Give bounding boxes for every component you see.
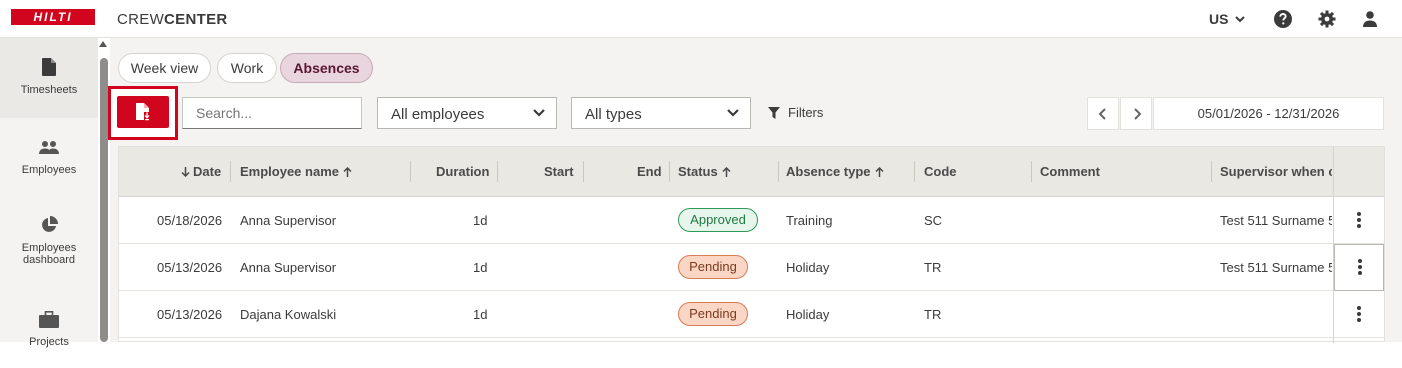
row-actions-column	[1333, 147, 1384, 343]
table-row[interactable]: 05/13/2026 Dajana Kowalski 1d Pending Ho…	[119, 291, 1384, 338]
column-header-employee[interactable]: Employee name	[240, 164, 352, 179]
previous-period-button[interactable]	[1087, 97, 1119, 130]
cell-code: SC	[924, 213, 943, 228]
sidebar-item-label: Employees dashboard	[21, 242, 77, 266]
arrow-up-icon	[343, 166, 352, 177]
people-icon	[39, 141, 59, 154]
cell-date: 05/13/2026	[157, 260, 223, 275]
status-badge: Approved	[678, 208, 758, 232]
filter-icon	[768, 107, 780, 119]
sidebar-item-employees[interactable]: Employees	[0, 118, 98, 198]
search-input[interactable]	[182, 97, 362, 129]
cell-code: TR	[924, 260, 942, 275]
scroll-up-arrow-icon[interactable]	[99, 41, 107, 47]
cell-code: TR	[924, 307, 942, 322]
cell-employee: Anna Supervisor	[240, 213, 337, 228]
arrow-up-icon	[875, 166, 884, 177]
cell-absence-type: Holiday	[786, 260, 830, 275]
cell-employee: Anna Supervisor	[240, 260, 337, 275]
absences-table: Date Employee name Duration Start End St…	[118, 146, 1385, 343]
gear-icon[interactable]	[1317, 9, 1337, 29]
cell-employee: Dajana Kowalski	[240, 307, 337, 322]
file-download-icon	[136, 103, 150, 121]
column-header-absence-type[interactable]: Absence type	[786, 164, 884, 179]
cell-date: 05/18/2026	[157, 213, 223, 228]
next-period-button[interactable]	[1120, 97, 1152, 130]
hilti-logo[interactable]: HILTI	[11, 9, 95, 25]
column-header-end[interactable]: End	[637, 164, 662, 179]
sidebar: Timesheets Employees Employees dashboard…	[0, 38, 98, 348]
top-bar: HILTI CREWCENTER US	[0, 0, 1402, 38]
row-actions-button[interactable]	[1334, 197, 1384, 244]
arrow-down-icon	[181, 167, 190, 178]
chevron-down-icon	[1235, 16, 1246, 23]
row-actions-button[interactable]	[1334, 244, 1384, 291]
column-header-duration[interactable]: Duration	[436, 164, 489, 179]
briefcase-icon	[39, 311, 59, 328]
document-icon	[42, 58, 56, 76]
sidebar-item-timesheets[interactable]: Timesheets	[0, 38, 98, 118]
cell-date: 05/13/2026	[157, 307, 223, 322]
date-range-picker[interactable]: 05/01/2026 - 12/31/2026	[1153, 97, 1384, 130]
scrollbar-thumb[interactable]	[100, 58, 108, 342]
sidebar-item-employees-dashboard[interactable]: Employees dashboard	[0, 198, 98, 288]
help-icon[interactable]	[1273, 9, 1293, 29]
user-icon[interactable]	[1360, 9, 1380, 29]
cell-absence-type: Holiday	[786, 307, 830, 322]
chevron-right-icon	[1134, 108, 1142, 120]
absence-types-select[interactable]: All types	[571, 97, 751, 129]
main-content: Week view Work Absences All employees Al…	[108, 38, 1402, 343]
status-badge: Pending	[678, 302, 748, 326]
column-header-date[interactable]: Date	[181, 164, 221, 179]
tab-work[interactable]: Work	[217, 53, 277, 83]
cell-absence-type: Training	[786, 213, 833, 228]
sidebar-item-label: Employees	[21, 164, 77, 176]
cell-duration: 1d	[473, 307, 488, 322]
employees-select[interactable]: All employees	[377, 97, 557, 129]
cell-supervisor: Test 511 Surname 5	[1220, 260, 1332, 275]
tab-week-view[interactable]: Week view	[118, 53, 211, 83]
column-header-comment[interactable]: Comment	[1040, 164, 1100, 179]
chevron-down-icon	[727, 109, 739, 117]
table-row[interactable]: 05/18/2026 Anna Supervisor 1d Approved T…	[119, 197, 1384, 244]
export-button[interactable]	[117, 96, 169, 128]
sidebar-item-label: Timesheets	[20, 84, 78, 96]
filters-button[interactable]: Filters	[768, 105, 823, 120]
column-header-supervisor[interactable]: Supervisor when cr	[1220, 164, 1332, 179]
column-header-start[interactable]: Start	[544, 164, 574, 179]
sidebar-item-projects[interactable]: Projects	[0, 288, 98, 368]
table-header: Date Employee name Duration Start End St…	[119, 147, 1384, 197]
sidebar-item-label: Projects	[29, 336, 69, 348]
arrow-up-icon	[722, 166, 731, 177]
cell-duration: 1d	[473, 260, 488, 275]
row-actions-button[interactable]	[1334, 291, 1384, 338]
app-title: CREWCENTER	[117, 11, 228, 28]
table-row[interactable]: 05/13/2026 Anna Supervisor 1d Pending Ho…	[119, 244, 1384, 291]
chevron-left-icon	[1098, 108, 1106, 120]
cell-supervisor: Test 511 Surname 5	[1220, 213, 1332, 228]
tab-absences[interactable]: Absences	[280, 53, 373, 83]
status-badge: Pending	[678, 255, 748, 279]
column-header-status[interactable]: Status	[678, 164, 731, 179]
column-header-code[interactable]: Code	[924, 164, 957, 179]
language-selector[interactable]: US	[1209, 11, 1246, 27]
cell-duration: 1d	[473, 213, 488, 228]
pie-chart-icon	[42, 216, 58, 232]
chevron-down-icon	[533, 109, 545, 117]
